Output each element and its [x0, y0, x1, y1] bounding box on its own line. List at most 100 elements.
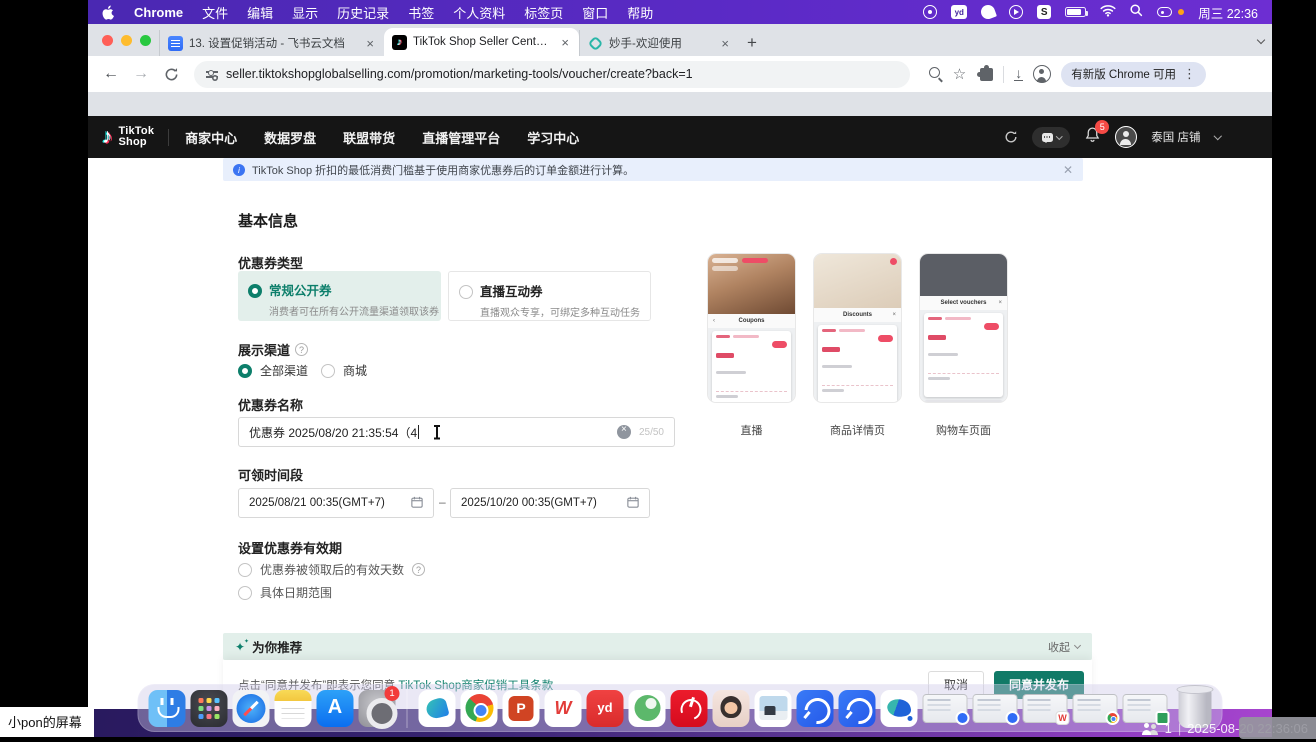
channel-option-all[interactable]: 全部渠道 — [238, 362, 308, 379]
close-tab-icon[interactable]: × — [559, 35, 571, 50]
close-window-button[interactable] — [102, 35, 113, 46]
nav-affiliate[interactable]: 联盟带货 — [343, 128, 395, 147]
chrome-update-pill[interactable]: 有新版 Chrome 可用 ⋮ — [1061, 62, 1206, 87]
dock-icon-safari[interactable] — [233, 690, 270, 727]
control-center-icon[interactable] — [1157, 7, 1172, 17]
store-selector-label[interactable]: 泰国 店铺 — [1151, 129, 1200, 145]
refresh-icon[interactable] — [1004, 130, 1018, 144]
site-settings-icon[interactable] — [206, 69, 218, 79]
dock-icon-system-settings[interactable]: 1 — [359, 690, 396, 727]
menu-profiles[interactable]: 个人资料 — [453, 3, 505, 22]
menu-bookmarks[interactable]: 书签 — [408, 3, 434, 22]
radio-selected-icon[interactable] — [238, 364, 252, 378]
spotlight-icon[interactable] — [1130, 4, 1143, 20]
notifications-button[interactable]: 5 — [1084, 126, 1101, 148]
zoom-icon[interactable] — [929, 67, 943, 81]
menu-app-name[interactable]: Chrome — [134, 5, 183, 20]
nav-data-compass[interactable]: 数据罗盘 — [264, 128, 316, 147]
status-play-icon[interactable] — [1009, 5, 1023, 19]
dock-icon-netease-music[interactable] — [671, 690, 708, 727]
help-icon[interactable] — [295, 343, 308, 356]
dock-icon-notes[interactable] — [275, 690, 312, 727]
dock-icon-app-store[interactable] — [317, 690, 354, 727]
calendar-icon[interactable] — [627, 496, 639, 511]
dock-icon-soul[interactable] — [629, 690, 666, 727]
status-youdao-icon[interactable] — [951, 5, 967, 19]
forward-button[interactable]: → — [128, 61, 154, 87]
menu-file[interactable]: 文件 — [202, 3, 228, 22]
recommendation-bar[interactable]: ✦ 为你推荐 收起 — [223, 633, 1092, 660]
dock-icon-wps[interactable] — [545, 690, 582, 727]
close-tab-icon[interactable]: × — [719, 36, 731, 51]
voucher-type-regular-card[interactable]: 常规公开券 消费者可在所有公开流量渠道领取该券 — [238, 271, 441, 321]
validity-option-days[interactable]: 优惠券被领取后的有效天数 — [238, 561, 425, 578]
fullscreen-window-button[interactable] — [140, 35, 151, 46]
minimized-window-blue-1[interactable] — [923, 694, 968, 723]
dock-icon-chrome[interactable] — [461, 690, 498, 727]
address-bar[interactable]: seller.tiktokshopglobalselling.com/promo… — [194, 61, 910, 88]
account-avatar[interactable] — [1115, 126, 1137, 148]
menu-edit[interactable]: 编辑 — [247, 3, 273, 22]
minimize-window-button[interactable] — [121, 35, 132, 46]
wifi-icon[interactable] — [1100, 4, 1116, 20]
nav-learning-center[interactable]: 学习中心 — [527, 128, 579, 147]
radio-unselected-icon[interactable] — [321, 364, 335, 378]
dock-icon-blue-swirl-a[interactable] — [797, 690, 834, 727]
dock-icon-gallery[interactable] — [755, 690, 792, 727]
radio-unselected-icon[interactable] — [459, 285, 473, 299]
extensions-icon[interactable] — [980, 68, 993, 81]
dock-icon-blue-swirl-b[interactable] — [839, 690, 876, 727]
channel-option-mall[interactable]: 商城 — [321, 362, 367, 379]
downloads-icon[interactable]: ↓ — [1014, 67, 1023, 81]
back-button[interactable]: ← — [98, 61, 124, 87]
messages-button[interactable] — [1032, 127, 1070, 148]
clear-input-icon[interactable] — [617, 425, 631, 439]
minimized-window-blue-2[interactable] — [973, 694, 1018, 723]
status-swirl-icon[interactable] — [923, 5, 937, 19]
apple-icon[interactable] — [102, 5, 115, 20]
dock-icon-launchpad[interactable] — [191, 690, 228, 727]
status-s-icon[interactable] — [1037, 5, 1051, 19]
menu-view[interactable]: 显示 — [292, 3, 318, 22]
nav-seller-center[interactable]: 商家中心 — [185, 128, 237, 147]
validity-option-range[interactable]: 具体日期范围 — [238, 584, 332, 601]
close-tab-icon[interactable]: × — [364, 36, 376, 51]
voucher-type-live-card[interactable]: 直播互动券 直播观众专享，可绑定多种互动任务 — [448, 271, 651, 321]
help-icon[interactable] — [412, 563, 425, 576]
menu-window[interactable]: 窗口 — [582, 3, 608, 22]
dock-icon-swallow-app[interactable] — [419, 690, 456, 727]
claim-period-end-input[interactable]: 2025/10/20 00:35(GMT+7) — [450, 488, 650, 518]
status-swallow-icon[interactable] — [979, 3, 997, 21]
tab-tiktok-seller-center[interactable]: TikTok Shop Seller Center | C × — [384, 28, 579, 56]
banner-close-icon[interactable]: ✕ — [1063, 163, 1073, 177]
profile-icon[interactable] — [1033, 65, 1051, 83]
battery-icon[interactable] — [1065, 7, 1086, 17]
minimized-window-sheet[interactable] — [1123, 694, 1168, 723]
radio-selected-icon[interactable] — [248, 284, 262, 298]
tab-miaoshou[interactable]: 妙手-欢迎使用 × — [579, 30, 739, 56]
menu-tabs[interactable]: 标签页 — [524, 3, 563, 22]
menu-history[interactable]: 历史记录 — [337, 3, 389, 22]
tab-search-chevron-icon[interactable] — [1258, 30, 1264, 48]
radio-unselected-icon[interactable] — [238, 586, 252, 600]
new-tab-button[interactable]: + — [739, 30, 765, 56]
tab-feishu-doc[interactable]: 13. 设置促销活动 - 飞书云文档 × — [159, 30, 384, 56]
dock-icon-youdao[interactable] — [587, 690, 624, 727]
kebab-menu-icon[interactable]: ⋮ — [1183, 66, 1196, 82]
menu-help[interactable]: 帮助 — [627, 3, 653, 22]
store-chevron-icon[interactable] — [1213, 132, 1221, 140]
menubar-clock[interactable]: 周三 22:36 — [1198, 3, 1258, 22]
bookmark-star-icon[interactable]: ☆ — [953, 65, 966, 83]
dock-icon-powerpoint[interactable] — [503, 690, 540, 727]
minimized-window-chrome[interactable] — [1073, 694, 1118, 723]
reload-button[interactable] — [158, 61, 184, 87]
minimized-window-wps[interactable] — [1023, 694, 1068, 723]
dock-icon-docs-swallow[interactable] — [881, 690, 918, 727]
collapse-toggle[interactable]: 收起 — [1048, 639, 1080, 655]
radio-unselected-icon[interactable] — [238, 563, 252, 577]
dock-icon-avatar-assistant[interactable] — [713, 690, 750, 727]
calendar-icon[interactable] — [411, 496, 423, 511]
voucher-name-input[interactable]: 优惠券 2025/08/20 21:35:54（4 25/50 — [238, 417, 675, 447]
claim-period-start-input[interactable]: 2025/08/21 00:35(GMT+7) — [238, 488, 434, 518]
dock-icon-finder[interactable] — [149, 690, 186, 727]
